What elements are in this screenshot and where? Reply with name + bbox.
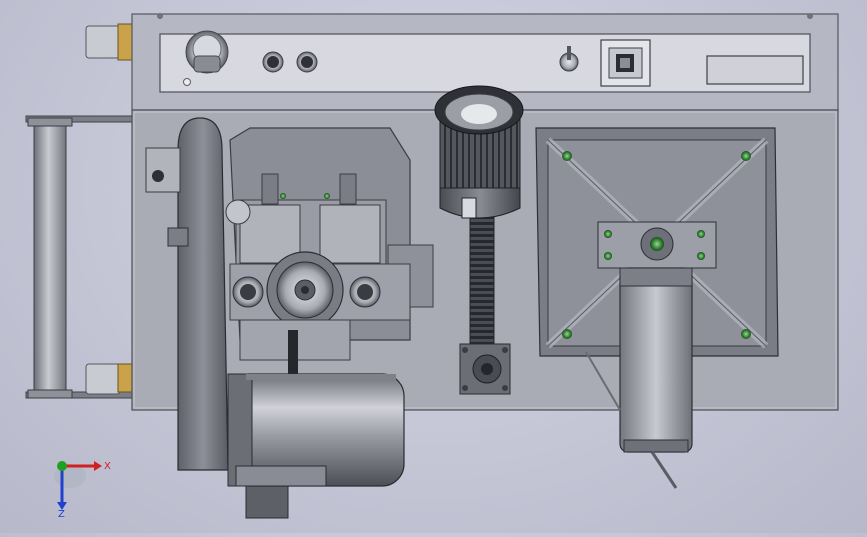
electric-motor — [227, 373, 405, 519]
coordinate-triad: X Z — [44, 452, 116, 520]
x-axis-arrowhead — [94, 461, 102, 471]
cad-3d-viewport[interactable]: X Z — [0, 0, 867, 533]
feed-roller-assembly — [25, 115, 137, 399]
assembly-model — [25, 13, 839, 519]
z-axis-label: Z — [58, 509, 65, 518]
mount-brackets — [85, 23, 133, 395]
x-axis-label: X — [104, 461, 111, 472]
y-axis-dot — [57, 461, 67, 471]
